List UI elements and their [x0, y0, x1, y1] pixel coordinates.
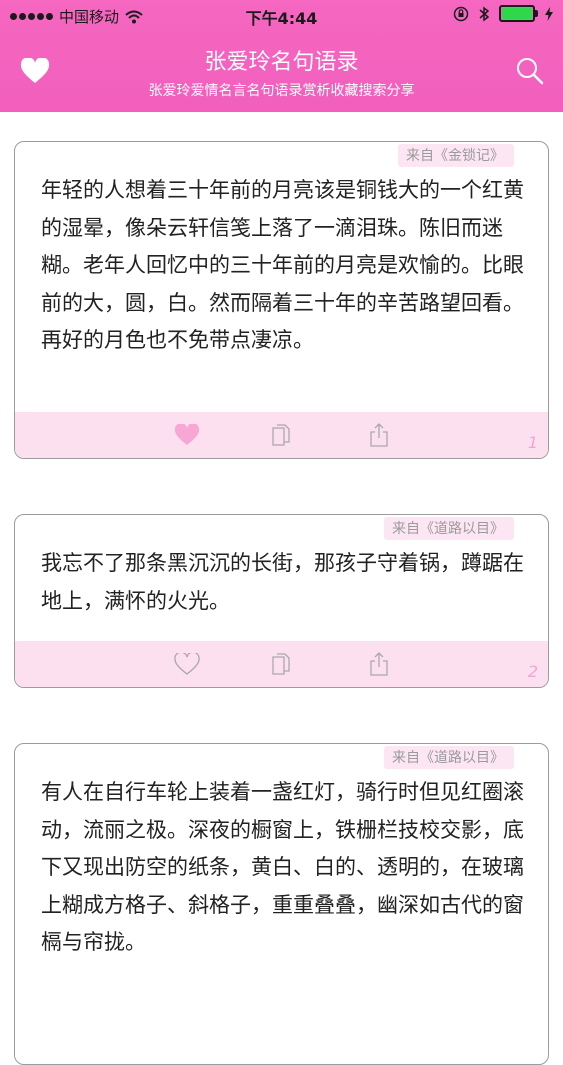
- quote-source-tag[interactable]: 来自《道路以目》: [384, 517, 514, 540]
- quote-card: 来自《道路以目》 有人在自行车轮上装着一盏红灯，骑行时但见红圈滚动，流丽之极。深…: [14, 743, 549, 1065]
- copy-icon: [272, 653, 290, 675]
- favorite-button[interactable]: [174, 422, 200, 448]
- search-icon: [517, 58, 544, 85]
- quote-action-bar: 1: [15, 412, 548, 458]
- heart-outline-icon: [174, 653, 200, 675]
- quote-text: 我忘不了那条黑沉沉的长街，那孩子守着锅，蹲踞在地上，满怀的火光。: [41, 551, 524, 613]
- app-header: 中国移动 下午4:44 张爱玲名句语录 张爱玲爱情名言名句语录赏析收藏搜索分享: [0, 0, 563, 112]
- quote-source-tag[interactable]: 来自《道路以目》: [384, 746, 514, 769]
- quote-text: 年轻的人想着三十年前的月亮该是铜钱大的一个红黄的湿晕，像朵云轩信笺上落了一滴泪珠…: [41, 178, 524, 352]
- share-button[interactable]: [366, 422, 392, 448]
- quote-card: 来自《道路以目》 我忘不了那条黑沉沉的长街，那孩子守着锅，蹲踞在地上，满怀的火光…: [14, 514, 549, 688]
- quote-number: 2: [527, 662, 538, 681]
- page-title: 张爱玲名句语录: [204, 50, 359, 75]
- share-icon: [370, 423, 388, 447]
- heart-filled-icon: [174, 424, 200, 445]
- search-button[interactable]: [513, 55, 547, 87]
- quote-text: 有人在自行车轮上装着一盏红灯，骑行时但见红圈滚动，流丽之极。深夜的橱窗上，铁栅栏…: [41, 780, 524, 954]
- battery-icon: [499, 5, 538, 22]
- orientation-lock-icon: [453, 6, 469, 21]
- bluetooth-icon: [479, 6, 489, 21]
- favorite-button[interactable]: [174, 651, 200, 677]
- quote-number: 1: [527, 433, 538, 452]
- share-button[interactable]: [366, 651, 392, 677]
- status-bar: 中国移动 下午4:44: [0, 0, 563, 30]
- copy-button[interactable]: [268, 422, 294, 448]
- quote-source-tag[interactable]: 来自《金锁记》: [398, 144, 514, 167]
- status-icons: [453, 5, 553, 22]
- quote-card: 来自《金锁记》 年轻的人想着三十年前的月亮该是铜钱大的一个红黄的湿晕，像朵云轩信…: [14, 141, 549, 459]
- share-icon: [370, 652, 388, 676]
- charging-icon: [545, 6, 553, 21]
- copy-icon: [272, 424, 290, 446]
- quote-action-bar: 2: [15, 641, 548, 687]
- copy-button[interactable]: [268, 651, 294, 677]
- page-subtitle: 张爱玲爱情名言名句语录赏析收藏搜索分享: [148, 83, 415, 99]
